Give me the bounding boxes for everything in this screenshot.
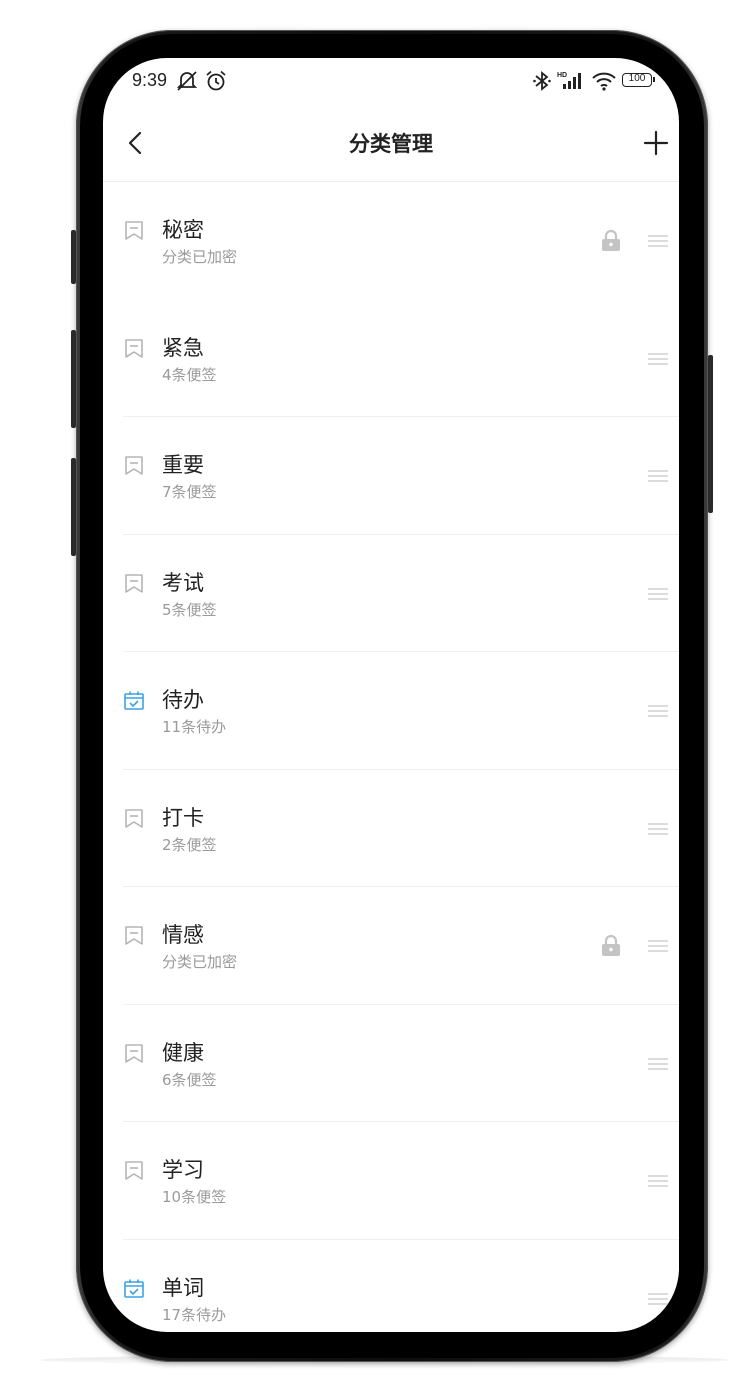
drag-handle-icon[interactable]: [648, 352, 668, 366]
mute-icon: [176, 71, 198, 91]
drag-handle-icon[interactable]: [648, 1292, 668, 1306]
category-name: 情感: [162, 923, 204, 947]
battery-level: 100: [628, 73, 646, 84]
drag-handle-icon[interactable]: [648, 234, 668, 248]
list-item[interactable]: 紧急 4条便签: [103, 300, 679, 417]
category-name: 秘密: [162, 218, 204, 242]
category-subtitle: 6条便签: [162, 1070, 217, 1089]
bookmark-icon: [125, 926, 143, 945]
category-subtitle: 2条便签: [162, 835, 217, 854]
bookmark-icon: [125, 1043, 143, 1063]
hd-signal-icon: HD: [557, 72, 581, 89]
list-item[interactable]: 重要 7条便签: [103, 417, 679, 535]
list-item[interactable]: 打卡 2条便签: [103, 770, 679, 887]
drag-handle-icon[interactable]: [648, 939, 668, 953]
alarm-icon: [206, 70, 226, 91]
category-subtitle: 11条待办: [162, 718, 227, 736]
drag-handle-icon[interactable]: [648, 469, 668, 483]
list-item[interactable]: 单词 17条待办: [103, 1240, 679, 1333]
category-subtitle: 17条待办: [162, 1305, 227, 1324]
svg-text:HD: HD: [557, 72, 567, 79]
calendar-check-icon: [124, 1279, 144, 1298]
drag-handle-icon[interactable]: [648, 822, 668, 836]
category-name: 待办: [162, 688, 204, 712]
category-subtitle: 5条便签: [162, 600, 217, 619]
list-item[interactable]: 健康 6条便签: [103, 1005, 679, 1122]
category-subtitle: 分类已加密: [162, 248, 238, 266]
list-item[interactable]: 考试 5条便签: [103, 535, 679, 652]
category-subtitle: 7条便签: [162, 483, 217, 501]
bookmark-icon: [125, 221, 143, 240]
lock-icon: [602, 229, 620, 251]
list-item[interactable]: 秘密 分类已加密: [103, 182, 679, 300]
status-time: 9:39: [132, 70, 168, 90]
volume-down-button: [71, 458, 76, 556]
drag-handle-icon[interactable]: [648, 1057, 668, 1071]
category-name: 健康: [162, 1040, 204, 1065]
bookmark-icon: [125, 1161, 143, 1180]
phone-screen: 9:39 HD 100 分类管理 秘密 分类已加密 紧急 4条便签 重要 7条便…: [103, 58, 679, 1332]
bookmark-icon: [125, 456, 143, 475]
drag-handle-icon[interactable]: [648, 704, 668, 718]
drag-handle-icon[interactable]: [648, 587, 668, 601]
bookmark-icon: [125, 808, 143, 828]
category-name: 学习: [162, 1158, 204, 1182]
drag-handle-icon[interactable]: [648, 1174, 668, 1188]
list-item[interactable]: 学习 10条便签: [103, 1122, 679, 1240]
category-name: 考试: [162, 570, 204, 595]
category-name: 紧急: [162, 335, 204, 360]
plus-icon[interactable]: [641, 128, 671, 158]
category-subtitle: 4条便签: [162, 365, 217, 384]
status-bar: 9:39 HD 100: [103, 58, 679, 106]
category-subtitle: 10条便签: [162, 1188, 227, 1206]
lock-icon: [602, 934, 620, 956]
category-name: 重要: [162, 453, 204, 477]
category-subtitle: 分类已加密: [162, 953, 238, 971]
bluetooth-icon: [533, 71, 551, 91]
page-title: 分类管理: [349, 132, 433, 156]
bookmark-icon: [125, 573, 143, 593]
bookmark-icon: [125, 338, 143, 358]
mute-switch: [71, 230, 76, 284]
volume-up-button: [71, 330, 76, 428]
battery-icon: 100: [622, 73, 655, 87]
calendar-check-icon: [124, 691, 144, 710]
category-list: 秘密 分类已加密 紧急 4条便签 重要 7条便签 考试 5条便签 待办 11条待…: [103, 182, 679, 1332]
wifi-icon: [592, 72, 616, 91]
power-button: [708, 355, 713, 513]
list-item[interactable]: 情感 分类已加密: [103, 887, 679, 1005]
category-name: 打卡: [162, 805, 204, 830]
category-name: 单词: [162, 1275, 204, 1300]
list-item[interactable]: 待办 11条待办: [103, 652, 679, 770]
nav-bar: 分类管理: [103, 106, 679, 182]
